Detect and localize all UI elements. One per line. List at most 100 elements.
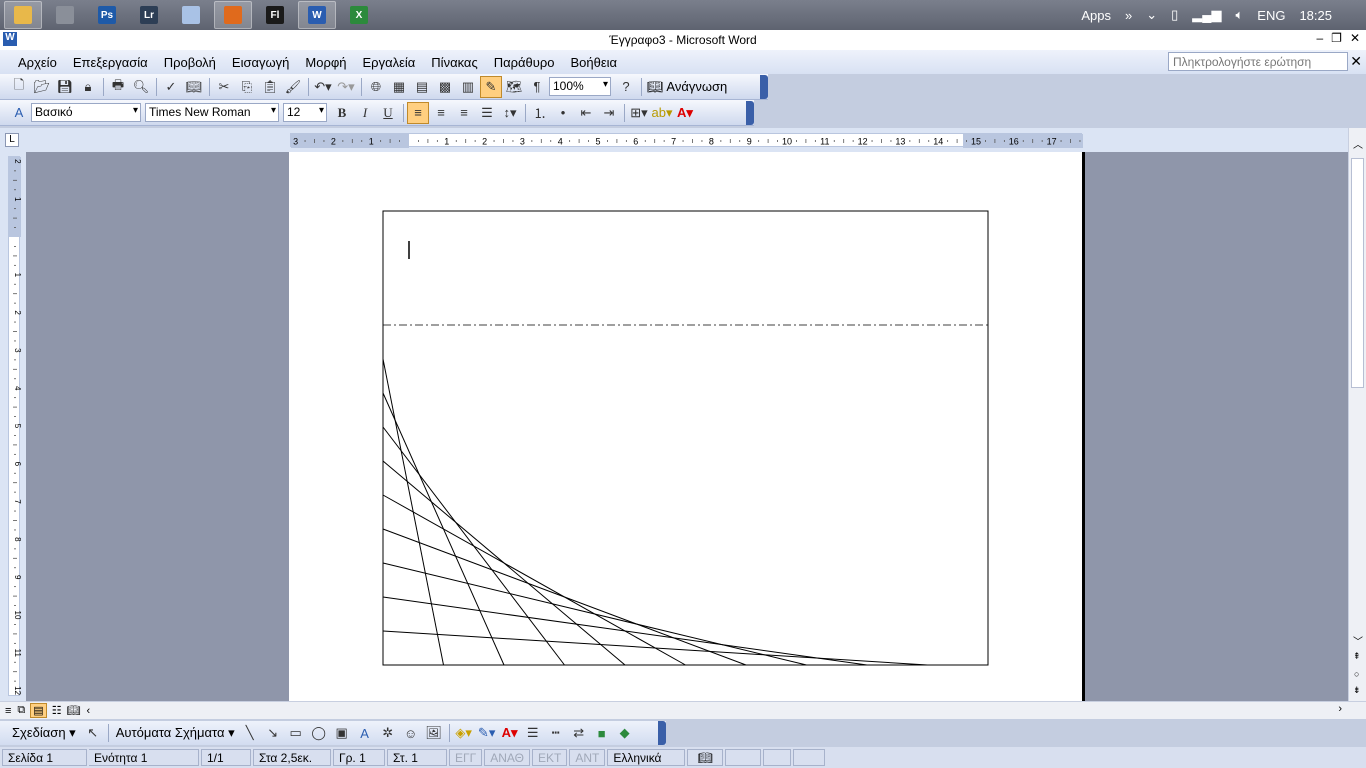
cut-icon[interactable]: ✂︎ [213, 76, 235, 98]
tab-selector-icon[interactable]: L [5, 133, 19, 147]
hscroll-track[interactable] [102, 704, 1330, 717]
font-color-icon[interactable]: A▾ [674, 102, 696, 124]
3d-style-icon[interactable]: ◆ [614, 722, 636, 744]
taskbar-app[interactable] [4, 1, 42, 29]
toolbar-options-icon[interactable] [760, 75, 768, 99]
zoom-select[interactable]: 100% [549, 77, 611, 96]
normal-view-icon[interactable]: ≡ [5, 705, 11, 717]
signal-icon[interactable]: ▂▄▆ [1192, 7, 1221, 23]
arrow-tool-icon[interactable]: ↘ [262, 722, 284, 744]
reading-layout-icon[interactable]: 📖︎ [67, 704, 81, 717]
wordart-icon[interactable]: A [354, 722, 376, 744]
insert-table-icon[interactable]: ▤ [411, 76, 433, 98]
word-doc-icon[interactable]: W [3, 32, 17, 46]
redo-icon[interactable]: ↷▾ [335, 76, 357, 98]
font-select[interactable]: Times New Roman [145, 103, 279, 122]
align-center-icon[interactable]: ≡ [430, 102, 452, 124]
tables-borders-icon[interactable]: ▦ [388, 76, 410, 98]
dash-style-icon[interactable]: ┅ [545, 722, 567, 744]
clock[interactable]: 18:25 [1299, 8, 1332, 23]
scroll-left-icon[interactable]: ‹ [87, 705, 91, 717]
menu-item[interactable]: Μορφή [305, 55, 346, 70]
taskbar-app[interactable]: Ps [88, 1, 126, 29]
status-track[interactable]: ΑΝΑΘ [484, 749, 530, 766]
save-icon[interactable]: 💾︎ [54, 76, 76, 98]
styles-icon[interactable]: A [8, 102, 30, 124]
italic-button[interactable]: I [354, 102, 376, 124]
drawing-icon[interactable]: ✎ [480, 75, 502, 98]
draw-font-color-icon[interactable]: A▾ [499, 722, 521, 744]
menu-item[interactable]: Εισαγωγή [232, 55, 289, 70]
align-left-icon[interactable]: ≡ [407, 101, 429, 124]
bullets-icon[interactable]: • [552, 102, 574, 124]
language-indicator[interactable]: ENG [1257, 8, 1285, 23]
spelling-status-icon[interactable]: 📖︎ [687, 749, 724, 766]
fill-color-icon[interactable]: ◈▾ [453, 722, 475, 744]
research-icon[interactable]: 📖︎ [183, 76, 205, 98]
scroll-right-icon[interactable]: › [1338, 703, 1342, 715]
taskbar-app[interactable] [172, 1, 210, 29]
copy-icon[interactable]: ⎘ [236, 76, 258, 98]
next-page-icon[interactable]: ⇟ [1353, 685, 1361, 696]
line-color-icon[interactable]: ✎▾ [476, 722, 498, 744]
taskbar-app[interactable]: Lr [130, 1, 168, 29]
new-document-icon[interactable]: 🗋︎ [8, 76, 30, 98]
highlight-icon[interactable]: ab▾ [651, 102, 673, 124]
draw-menu-button[interactable]: Σχεδίαση ▾ [12, 725, 76, 741]
previous-page-icon[interactable]: ⇞ [1353, 651, 1361, 662]
select-objects-icon[interactable]: ↖ [82, 722, 104, 744]
menu-item[interactable]: Παράθυρο [494, 55, 555, 70]
document-map-icon[interactable]: 🗺︎ [503, 76, 525, 98]
open-icon[interactable]: 📂︎ [31, 76, 53, 98]
close-document-icon[interactable]: ✕ [1350, 53, 1362, 70]
diagram-icon[interactable]: ✲ [377, 722, 399, 744]
taskbar-app[interactable]: Fl [256, 1, 294, 29]
web-layout-icon[interactable]: ⧉ [17, 704, 25, 717]
horizontal-ruler[interactable]: 3 2 1 1 2 3 4 5 6 7 8 9 10 11 12 13 14 15 16 17 [290, 133, 1083, 148]
spelling-icon[interactable]: ✓ [160, 76, 182, 98]
close-icon[interactable]: ✕ [1350, 31, 1360, 45]
vertical-ruler[interactable]: 21123456789101112 [8, 156, 21, 696]
hyperlink-icon[interactable]: 🌐︎ [365, 76, 387, 98]
toolbar-options-icon[interactable] [658, 721, 666, 745]
show-hide-icon[interactable]: ¶ [526, 76, 548, 98]
font-size-select[interactable]: 12 [283, 103, 327, 122]
vertical-scrollbar[interactable]: ︿ ﹀ ⇞ ○ ⇟ [1348, 128, 1366, 701]
minimize-icon[interactable]: – [1316, 31, 1323, 45]
numbering-icon[interactable]: ⒈ [529, 102, 551, 124]
read-button[interactable]: 📖︎ Ανάγνωση [647, 79, 727, 95]
chevron-down-icon[interactable]: ⌄ [1146, 7, 1157, 23]
borders-icon[interactable]: ⊞▾ [628, 102, 650, 124]
line-spacing-icon[interactable]: ↕▾ [499, 102, 521, 124]
scroll-down-icon[interactable]: ﹀ [1353, 633, 1363, 648]
permission-icon[interactable]: 🔒︎ [77, 76, 99, 98]
scroll-up-icon[interactable]: ︿ [1353, 136, 1363, 151]
menu-item[interactable]: Βοήθεια [571, 55, 618, 70]
text-box-icon[interactable]: ▣ [331, 722, 353, 744]
status-record[interactable]: ΕΓΓ [449, 749, 483, 766]
shadow-style-icon[interactable]: ■ [591, 722, 613, 744]
paste-icon[interactable]: 📋︎ [259, 76, 281, 98]
print-icon[interactable]: 🖶︎ [107, 76, 129, 98]
menu-item[interactable]: Προβολή [164, 55, 216, 70]
taskbar-app[interactable]: X [340, 1, 378, 29]
help-icon[interactable]: ? [615, 76, 637, 98]
document-page[interactable] [289, 152, 1085, 701]
status-extend[interactable]: ΕΚΤ [532, 749, 568, 766]
line-style-icon[interactable]: ☰ [522, 722, 544, 744]
bold-button[interactable]: B [331, 102, 353, 124]
columns-icon[interactable]: ▥ [457, 76, 479, 98]
toolbar-options-icon[interactable] [746, 101, 754, 125]
arrow-style-icon[interactable]: ⇄ [568, 722, 590, 744]
taskbar-app[interactable] [46, 1, 84, 29]
overflow-chevron-icon[interactable]: » [1125, 8, 1132, 23]
undo-icon[interactable]: ↶▾ [312, 76, 334, 98]
autoshapes-button[interactable]: Αυτόματα Σχήματα ▾ [116, 725, 235, 741]
style-select[interactable]: Βασικό [31, 103, 141, 122]
line-tool-icon[interactable]: ╲ [239, 722, 261, 744]
align-right-icon[interactable]: ≡ [453, 102, 475, 124]
help-search-input[interactable]: Πληκτρολογήστε ερώτηση [1168, 52, 1348, 71]
print-preview-icon[interactable]: 🔍︎ [130, 76, 152, 98]
taskbar-app[interactable] [214, 1, 252, 29]
insert-excel-icon[interactable]: ▩ [434, 76, 456, 98]
